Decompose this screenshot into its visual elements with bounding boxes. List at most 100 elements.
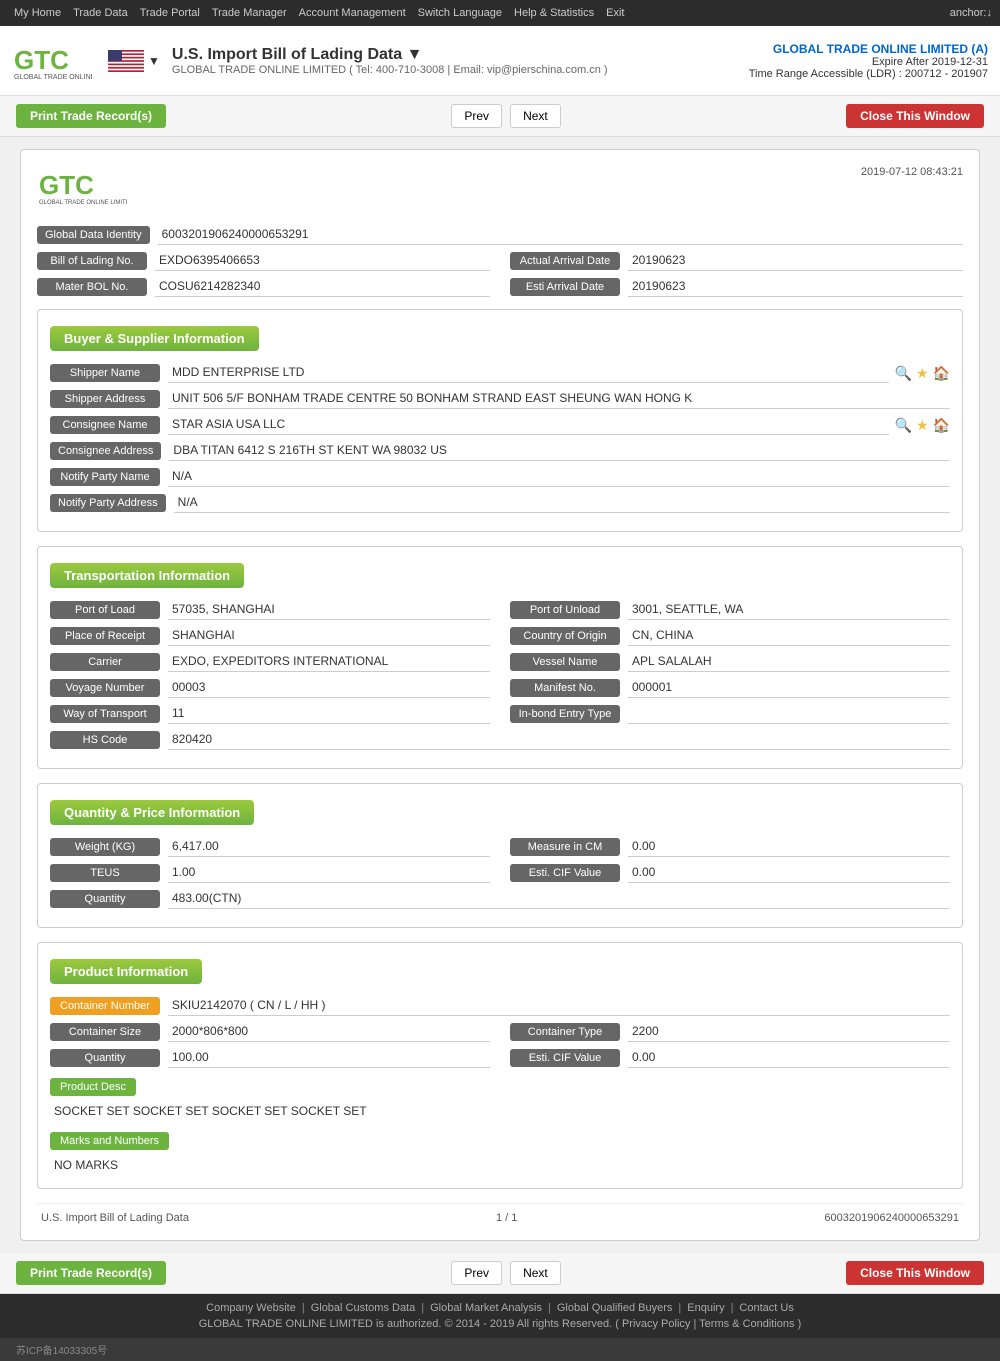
footer-customs-data[interactable]: Global Customs Data <box>311 1302 416 1314</box>
marks-numbers-value: NO MARKS <box>50 1154 950 1176</box>
shipper-home-icon[interactable]: 🏠 <box>933 365 950 382</box>
svg-text:GLOBAL TRADE ONLINE LIMITED: GLOBAL TRADE ONLINE LIMITED <box>14 74 92 81</box>
nav-trade-manager[interactable]: Trade Manager <box>206 7 293 19</box>
nav-trade-portal[interactable]: Trade Portal <box>134 7 206 19</box>
next-button-bottom[interactable]: Next <box>510 1261 561 1285</box>
print-button-bottom[interactable]: Print Trade Record(s) <box>16 1261 166 1285</box>
action-bar-top: Print Trade Record(s) Prev Next Close Th… <box>0 96 1000 137</box>
notify-party-address-value: N/A <box>174 493 950 513</box>
quantity-row: Quantity 483.00(CTN) <box>50 889 950 909</box>
teus-label: TEUS <box>50 864 160 882</box>
footer-sep3: | <box>548 1302 551 1314</box>
nav-account-management[interactable]: Account Management <box>293 7 412 19</box>
ldr-range: Time Range Accessible (LDR) : 200712 - 2… <box>749 68 988 80</box>
shipper-name-row: Shipper Name MDD ENTERPRISE LTD 🔍 ★ 🏠 <box>50 363 950 383</box>
footer-sep4: | <box>678 1302 681 1314</box>
user-anchor[interactable]: anchor:↓ <box>950 7 992 19</box>
container-number-label: Container Number <box>50 997 160 1015</box>
product-quantity-label: Quantity <box>50 1049 160 1067</box>
close-button-top[interactable]: Close This Window <box>846 104 984 128</box>
quantity-label: Quantity <box>50 890 160 908</box>
nav-trade-data[interactable]: Trade Data <box>67 7 134 19</box>
notify-party-address-label: Notify Party Address <box>50 494 166 512</box>
weight-row: Weight (KG) 6,417.00 Measure in CM 0.00 <box>50 837 950 857</box>
place-of-receipt-label: Place of Receipt <box>50 627 160 645</box>
port-load-row: Port of Load 57035, SHANGHAI Port of Unl… <box>50 600 950 620</box>
global-data-identity-value: 6003201906240000653291 <box>158 225 963 245</box>
consignee-home-icon[interactable]: 🏠 <box>933 417 950 434</box>
company-name-link[interactable]: GLOBAL TRADE ONLINE LIMITED (A) <box>773 42 988 56</box>
flag-dropdown-arrow[interactable]: ▼ <box>148 54 160 68</box>
esti-arrival-label: Esti Arrival Date <box>510 278 620 296</box>
voyage-number-value: 00003 <box>168 678 490 698</box>
nav-help-statistics[interactable]: Help & Statistics <box>508 7 600 19</box>
nav-my-home[interactable]: My Home <box>8 7 67 19</box>
account-info: GLOBAL TRADE ONLINE LIMITED (A) Expire A… <box>749 42 988 80</box>
transportation-header: Transportation Information <box>50 563 244 588</box>
hs-code-value: 820420 <box>168 730 950 750</box>
record-header: GTC GLOBAL TRADE ONLINE LIMITED 2019-07-… <box>37 166 963 211</box>
product-desc-block: Product Desc SOCKET SET SOCKET SET SOCKE… <box>50 1074 950 1124</box>
weight-label: Weight (KG) <box>50 838 160 856</box>
nav-switch-language[interactable]: Switch Language <box>412 7 508 19</box>
place-of-receipt-value: SHANGHAI <box>168 626 490 646</box>
logo-svg: GTC GLOBAL TRADE ONLINE LIMITED <box>12 41 92 81</box>
consignee-star-icon[interactable]: ★ <box>916 417 929 434</box>
footer-enquiry[interactable]: Enquiry <box>687 1302 724 1314</box>
bol-row: Bill of Lading No. EXDO6395406653 Actual… <box>37 251 963 271</box>
notify-party-name-row: Notify Party Name N/A <box>50 467 950 487</box>
page-footer: Company Website | Global Customs Data | … <box>0 1294 1000 1338</box>
next-button-top[interactable]: Next <box>510 104 561 128</box>
close-button-bottom[interactable]: Close This Window <box>846 1261 984 1285</box>
record-card: GTC GLOBAL TRADE ONLINE LIMITED 2019-07-… <box>20 149 980 1241</box>
marks-numbers-label: Marks and Numbers <box>50 1132 169 1150</box>
hs-code-row: HS Code 820420 <box>50 730 950 750</box>
port-of-unload-label: Port of Unload <box>510 601 620 619</box>
prev-button-bottom[interactable]: Prev <box>451 1261 502 1285</box>
quantity-price-section: Quantity & Price Information Weight (KG)… <box>37 783 963 928</box>
record-footer: U.S. Import Bill of Lading Data 1 / 1 60… <box>37 1203 963 1224</box>
top-navigation: My Home Trade Data Trade Portal Trade Ma… <box>0 0 1000 26</box>
company-contact: GLOBAL TRADE ONLINE LIMITED ( Tel: 400-7… <box>172 64 749 76</box>
footer-company-website[interactable]: Company Website <box>206 1302 296 1314</box>
quantity-price-header: Quantity & Price Information <box>50 800 254 825</box>
consignee-search-icon[interactable]: 🔍 <box>895 417 912 434</box>
shipper-address-label: Shipper Address <box>50 390 160 408</box>
svg-text:GLOBAL TRADE ONLINE LIMITED: GLOBAL TRADE ONLINE LIMITED <box>39 200 127 206</box>
main-content: GTC GLOBAL TRADE ONLINE LIMITED 2019-07-… <box>0 137 1000 1253</box>
measure-in-cm-value: 0.00 <box>628 837 950 857</box>
record-logo: GTC GLOBAL TRADE ONLINE LIMITED <box>37 166 127 211</box>
teus-value: 1.00 <box>168 863 490 883</box>
nav-exit[interactable]: Exit <box>600 7 630 19</box>
product-quantity-value: 100.00 <box>168 1048 490 1068</box>
footer-market-analysis[interactable]: Global Market Analysis <box>430 1302 542 1314</box>
notify-party-address-row: Notify Party Address N/A <box>50 493 950 513</box>
icp-number: 苏ICP备14033305号 <box>16 1342 107 1357</box>
print-button-top[interactable]: Print Trade Record(s) <box>16 104 166 128</box>
way-of-transport-value: 11 <box>168 704 490 724</box>
footer-contact-us[interactable]: Contact Us <box>739 1302 793 1314</box>
footer-qualified-buyers[interactable]: Global Qualified Buyers <box>557 1302 673 1314</box>
global-data-identity-row: Global Data Identity 6003201906240000653… <box>37 225 963 245</box>
buyer-supplier-header: Buyer & Supplier Information <box>50 326 259 351</box>
product-header: Product Information <box>50 959 202 984</box>
voyage-row: Voyage Number 00003 Manifest No. 000001 <box>50 678 950 698</box>
master-bol-value: COSU6214282340 <box>155 277 490 297</box>
shipper-search-icon[interactable]: 🔍 <box>895 365 912 382</box>
notify-party-name-value: N/A <box>168 467 950 487</box>
prev-button-top[interactable]: Prev <box>451 104 502 128</box>
shipper-star-icon[interactable]: ★ <box>916 365 929 382</box>
bol-no-label: Bill of Lading No. <box>37 252 147 270</box>
manifest-no-value: 000001 <box>628 678 950 698</box>
carrier-label: Carrier <box>50 653 160 671</box>
header-bar: GTC GLOBAL TRADE ONLINE LIMITED ▼ U.S. I… <box>0 26 1000 96</box>
carrier-value: EXDO, EXPEDITORS INTERNATIONAL <box>168 652 490 672</box>
shipper-icons: 🔍 ★ 🏠 <box>895 365 950 382</box>
consignee-name-row: Consignee Name STAR ASIA USA LLC 🔍 ★ 🏠 <box>50 415 950 435</box>
footer-sep1: | <box>302 1302 305 1314</box>
record-logo-svg: GTC GLOBAL TRADE ONLINE LIMITED <box>37 166 127 211</box>
page-title-area: U.S. Import Bill of Lading Data ▼ GLOBAL… <box>172 46 749 76</box>
record-page: 1 / 1 <box>496 1212 517 1224</box>
flag-selector[interactable]: ▼ <box>108 50 160 72</box>
way-of-transport-row: Way of Transport 11 In-bond Entry Type <box>50 704 950 724</box>
